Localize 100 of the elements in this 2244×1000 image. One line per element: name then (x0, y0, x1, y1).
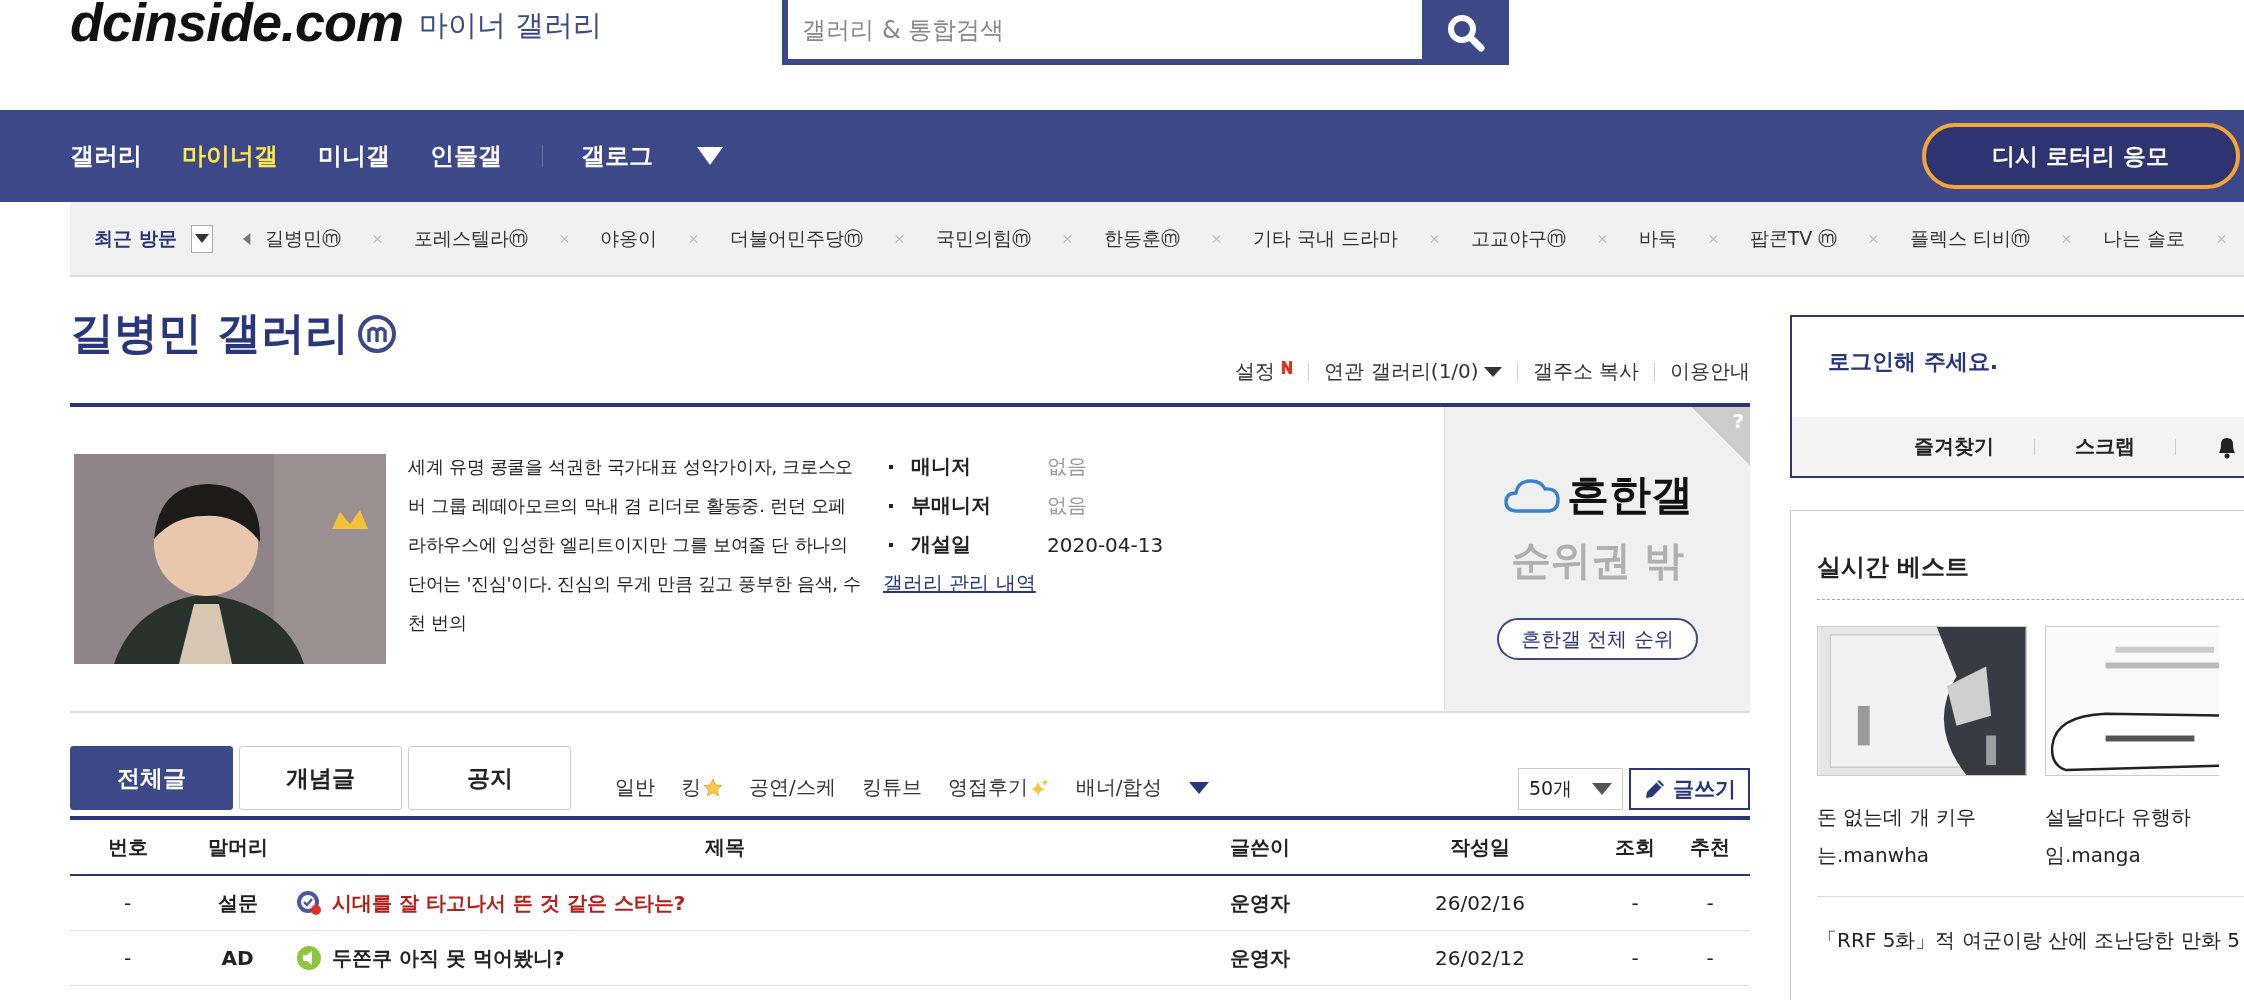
sidebar-link[interactable]: 스크랩 (2075, 433, 2135, 460)
caret-icon (1483, 366, 1502, 377)
recent-gallery-link[interactable]: 팝콘TV ⓜ (1749, 225, 1838, 252)
star-icon (703, 777, 723, 798)
help-mark: ? (1732, 409, 1744, 433)
ranking-title: 흔한갤 (1566, 469, 1693, 521)
category-link[interactable]: 킹 (681, 774, 723, 801)
table-cell-text: 설문 (216, 889, 259, 917)
column-header: 제목 (704, 833, 746, 861)
recent-gallery-link[interactable]: 야옹이 (600, 225, 658, 252)
recent-gallery-link[interactable]: 고교야구ⓜ (1470, 225, 1566, 252)
nav-link[interactable]: 갤로그 (581, 140, 653, 172)
table-cell-text: 26/02/16 (1434, 891, 1526, 915)
table-cell-text: 운영자 (1229, 889, 1291, 917)
manage-history-link[interactable]: 갤러리 관리 내역 (883, 570, 1036, 597)
close-icon[interactable] (1869, 232, 1879, 245)
recent-gallery-link[interactable]: 한동훈ⓜ (1104, 225, 1181, 252)
tool-link[interactable]: 이용안내 (1670, 358, 1750, 385)
login-link[interactable]: 로그인해 주세요. (1792, 317, 2244, 417)
table-cell-text: - (1705, 946, 1715, 970)
lottery-button[interactable]: 디시 로터리 응모 (1922, 123, 2240, 189)
recent-gallery-link[interactable]: 나는 솔로 (2103, 225, 2186, 252)
close-icon[interactable] (1063, 232, 1073, 245)
caret-icon (1592, 783, 1612, 795)
table-cell-text: - (122, 891, 133, 915)
column-header: 글쓴이 (1229, 833, 1291, 861)
tab[interactable]: 공지 (408, 746, 571, 810)
column-header: 추천 (1689, 833, 1731, 861)
gallery-description: 세계 유명 콩쿨을 석권한 국가대표 성악가이자, 크로스오버 그룹 레떼아모르의 막내 겸 리더로 활동중. 런던 오페라하우스에 입성한 엘리트이지만 그를 보여줄 단 하나의 단어는 '진심'이다. 진심의 무게 만큼 깊고 풍부한 음색, 수 천 번의 (408, 455, 862, 635)
recent-gallery-link[interactable]: 기타 국내 드라마 (1252, 225, 1399, 252)
table-cell-text: - (1705, 891, 1715, 915)
recent-gallery-link[interactable]: 플렉스 티비ⓜ (1910, 225, 2031, 252)
sidebar-link[interactable]: 즐겨찾기 (1914, 433, 1994, 460)
info-label: 매니저 (911, 453, 972, 480)
dropdown-icon[interactable] (697, 147, 723, 165)
close-icon[interactable] (372, 232, 382, 245)
recent-gallery-link[interactable]: 포레스텔라ⓜ (413, 225, 528, 252)
close-icon[interactable] (2062, 232, 2072, 245)
search-field[interactable]: 갤러리 & 통합검색 (782, 0, 1423, 65)
speaker-icon (296, 945, 322, 971)
gallery-title: 길병민 갤러리 (70, 306, 350, 360)
info-label: 개설일 (911, 531, 972, 558)
table-cell-text: AD (220, 946, 255, 970)
post-title-link[interactable]: 두쫀쿠 아직 못 먹어봤니? (332, 944, 565, 972)
search-icon (1445, 12, 1486, 53)
info-value: 없음 (1047, 492, 1087, 519)
recent-gallery-link[interactable]: 길병민ⓜ (264, 225, 341, 252)
table-cell-text: - (122, 946, 133, 970)
section-title: 마이너 갤러리 (419, 7, 603, 44)
close-icon[interactable] (1708, 232, 1718, 245)
nav-link[interactable]: 갤러리 (70, 140, 142, 172)
close-icon[interactable] (895, 232, 905, 245)
close-icon[interactable] (1430, 232, 1439, 245)
close-icon[interactable] (1212, 232, 1221, 245)
best-post-link[interactable]: 「RRF 5화」적 여군이랑 산에 조난당한 만화 5 (1817, 927, 2244, 954)
recent-gallery-link[interactable]: 국민의힘ⓜ (936, 225, 1032, 252)
tab[interactable]: 개념글 (239, 746, 402, 810)
category-link[interactable]: 공연/스케 (749, 774, 836, 801)
page-size-select[interactable]: 50개 (1518, 768, 1623, 810)
category-link[interactable]: 일반 (615, 774, 655, 801)
close-icon[interactable] (559, 232, 569, 245)
caret-icon (194, 234, 209, 243)
close-icon[interactable] (689, 232, 699, 245)
column-header: 말머리 (206, 833, 269, 861)
category-link[interactable]: 킹튜브 (861, 774, 922, 801)
nav-link[interactable]: 마이너갤 (182, 140, 278, 172)
table-cell-text: 운영자 (1229, 944, 1291, 972)
tool-link[interactable]: 설정 (1235, 358, 1294, 385)
close-icon[interactable] (2217, 232, 2227, 245)
dropdown-button[interactable] (190, 224, 214, 253)
nav-link[interactable]: 미니갤 (318, 140, 390, 172)
pencil-icon (1643, 777, 1667, 801)
recent-gallery-link[interactable]: 바둑 (1638, 225, 1677, 252)
ranking-button[interactable]: 흔한갤 전체 순위 (1497, 618, 1698, 660)
tab[interactable]: 전체글 (70, 746, 233, 810)
ranking-status: 순위권 밖 (1510, 536, 1685, 585)
recent-gallery-link[interactable]: 더불어민주당ⓜ (730, 225, 864, 252)
info-value: 2020-04-13 (1047, 532, 1164, 557)
nav-link[interactable]: 인물갤 (430, 140, 502, 172)
survey-icon (296, 890, 322, 916)
column-header: 번호 (106, 833, 149, 861)
new-badge-icon (1281, 361, 1294, 374)
category-link[interactable]: 영접후기 (947, 774, 1050, 801)
dropdown-icon[interactable] (1188, 781, 1209, 794)
best-post-link[interactable]: 설날마다 유행하 임.manga (2045, 798, 2219, 874)
column-header: 조회 (1614, 833, 1656, 861)
column-header: 작성일 (1449, 833, 1511, 861)
best-post-link[interactable]: 돈 없는데 개 키우 는.manwha (1817, 798, 2027, 874)
table-cell-text: 26/02/12 (1434, 946, 1526, 970)
category-link[interactable]: 배너/합성 (1075, 774, 1163, 801)
site-logo[interactable]: dcinside.com (70, 0, 404, 48)
recent-label: 최근 방문 (94, 225, 177, 251)
close-icon[interactable] (1597, 232, 1607, 245)
post-title-link[interactable]: 시대를 잘 타고나서 뜬 것 같은 스타는? (332, 889, 686, 917)
tool-link[interactable]: 연관 갤러리(1/0) (1324, 358, 1502, 385)
info-label: 부매니저 (911, 492, 992, 519)
search-button[interactable] (1422, 0, 1510, 65)
tool-link[interactable]: 갤주소 복사 (1532, 358, 1639, 385)
write-button[interactable]: 글쓰기 (1629, 768, 1750, 810)
table-cell-text: - (1630, 891, 1640, 915)
